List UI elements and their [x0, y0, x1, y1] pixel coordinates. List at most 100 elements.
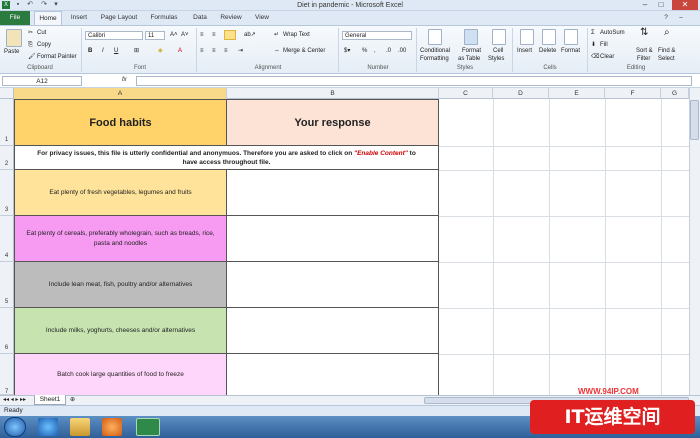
conditional-formatting-icon[interactable]	[428, 29, 442, 45]
underline-icon[interactable]: U	[114, 47, 118, 55]
find-select-label2[interactable]: Select	[658, 55, 675, 63]
sheet-tab-sheet1[interactable]: Sheet1	[34, 395, 66, 405]
clear-icon[interactable]: ⌫	[591, 53, 599, 61]
fill-color-icon[interactable]: ◈	[158, 47, 163, 55]
find-select-button[interactable]: Find &	[658, 47, 675, 55]
select-all-corner[interactable]	[0, 88, 14, 99]
merge-center-icon[interactable]: ⇔	[274, 47, 280, 55]
response-cell[interactable]	[227, 354, 439, 395]
column-header-e[interactable]: E	[549, 88, 605, 99]
indent-icon[interactable]: ⇥	[238, 47, 243, 55]
help-icon[interactable]: ?	[660, 11, 672, 25]
grow-font-icon[interactable]: A˄	[170, 31, 178, 39]
copy-button[interactable]: Copy	[37, 41, 51, 49]
cell-styles-button[interactable]: Cell	[493, 47, 503, 55]
food-item-cell[interactable]: Eat plenty of fresh vegetables, legumes …	[14, 170, 227, 216]
tab-formulas[interactable]: Formulas	[146, 11, 182, 25]
cell-styles-icon[interactable]	[492, 29, 506, 45]
tab-file[interactable]: File	[0, 11, 30, 25]
column-header-g[interactable]: G	[661, 88, 689, 99]
italic-icon[interactable]: I	[102, 47, 104, 55]
file-explorer-icon[interactable]	[70, 418, 90, 436]
formula-input[interactable]	[136, 76, 692, 86]
font-name-select[interactable]: Calibri	[85, 31, 143, 40]
find-select-icon[interactable]: ⌕	[664, 28, 670, 38]
maximize-icon[interactable]: □	[654, 0, 668, 10]
media-player-icon[interactable]	[102, 418, 122, 436]
tab-insert[interactable]: Insert	[66, 11, 92, 25]
bold-icon[interactable]: B	[88, 47, 92, 55]
copy-icon[interactable]: ⎘	[28, 41, 33, 49]
delete-button[interactable]: Delete	[539, 47, 556, 55]
column-header-f[interactable]: F	[605, 88, 661, 99]
cell-b1-header[interactable]: Your response	[227, 99, 439, 146]
response-cell[interactable]	[227, 262, 439, 308]
column-header-d[interactable]: D	[493, 88, 549, 99]
tab-home[interactable]: Home	[34, 11, 62, 25]
format-painter-icon[interactable]: 🖌	[28, 53, 36, 61]
cut-button[interactable]: Cut	[37, 29, 46, 37]
row-header-5[interactable]: 5	[0, 262, 14, 308]
borders-icon[interactable]: ⊞	[134, 47, 139, 55]
column-header-c[interactable]: C	[439, 88, 493, 99]
minimize-icon[interactable]: –	[638, 0, 652, 10]
align-center-icon[interactable]: ≡	[212, 47, 216, 55]
merge-center-button[interactable]: Merge & Center	[283, 47, 325, 55]
align-left-icon[interactable]: ≡	[200, 47, 204, 55]
food-item-cell[interactable]: Eat plenty of cereals, preferably wholeg…	[14, 216, 227, 262]
wrap-text-button[interactable]: Wrap Text	[283, 31, 310, 39]
column-header-a[interactable]: A	[14, 88, 227, 99]
windows-start-icon[interactable]	[4, 417, 26, 437]
response-cell[interactable]	[227, 308, 439, 354]
paste-icon[interactable]	[6, 29, 22, 47]
wrap-text-icon[interactable]: ↵	[274, 31, 279, 39]
format-cells-icon[interactable]	[564, 29, 578, 45]
row-header-1[interactable]: 1	[0, 99, 14, 146]
insert-button[interactable]: Insert	[517, 47, 532, 55]
food-item-cell[interactable]: Include lean meat, fish, poultry and/or …	[14, 262, 227, 308]
vertical-scroll-thumb[interactable]	[690, 100, 699, 140]
fill-button[interactable]: Fill	[600, 41, 608, 49]
sort-filter-label2[interactable]: Filter	[637, 55, 650, 63]
currency-icon[interactable]: $▾	[344, 47, 350, 55]
fill-icon[interactable]: ⬇	[591, 41, 596, 49]
clear-button[interactable]: Clear	[600, 53, 614, 61]
tab-review[interactable]: Review	[216, 11, 246, 25]
orientation-icon[interactable]: ab↗	[244, 31, 256, 39]
increase-decimal-icon[interactable]: .0	[386, 47, 391, 55]
conditional-formatting-label2[interactable]: Formatting	[420, 55, 449, 63]
insert-sheet-icon[interactable]: ⊕	[70, 396, 75, 404]
format-painter-button[interactable]: Format Painter	[37, 53, 77, 61]
food-item-cell[interactable]: Include milks, yoghurts, cheeses and/or …	[14, 308, 227, 354]
sort-filter-button[interactable]: Sort &	[636, 47, 653, 55]
shrink-font-icon[interactable]: A˅	[181, 31, 189, 39]
decrease-decimal-icon[interactable]: .00	[398, 47, 406, 55]
row-header-6[interactable]: 6	[0, 308, 14, 354]
font-color-icon[interactable]: A	[178, 47, 182, 55]
number-format-select[interactable]: General	[342, 31, 412, 40]
cell-styles-label2[interactable]: Styles	[488, 55, 504, 63]
align-top-icon[interactable]: ≡	[200, 31, 204, 39]
privacy-notice-cell[interactable]: For privacy issues, this file is utterly…	[14, 146, 439, 170]
row-header-7[interactable]: 7	[0, 354, 14, 395]
response-cell[interactable]	[227, 216, 439, 262]
tab-page-layout[interactable]: Page Layout	[98, 11, 140, 25]
food-item-cell[interactable]: Batch cook large quantities of food to f…	[14, 354, 227, 395]
percent-icon[interactable]: %	[362, 47, 367, 55]
insert-function-icon[interactable]: fx	[122, 76, 127, 84]
align-right-icon[interactable]: ≡	[224, 47, 228, 55]
autosum-button[interactable]: AutoSum	[600, 29, 625, 37]
align-middle-icon[interactable]: ≡	[212, 31, 216, 39]
tab-data[interactable]: Data	[188, 11, 212, 25]
sort-filter-icon[interactable]: ⇅	[640, 28, 648, 38]
row-header-3[interactable]: 3	[0, 170, 14, 216]
format-as-table-icon[interactable]	[464, 29, 478, 45]
conditional-formatting-button[interactable]: Conditional	[420, 47, 450, 55]
tab-view[interactable]: View	[250, 11, 274, 25]
internet-explorer-icon[interactable]	[38, 418, 58, 436]
delete-cells-icon[interactable]	[542, 29, 556, 45]
row-header-4[interactable]: 4	[0, 216, 14, 262]
format-button[interactable]: Format	[561, 47, 580, 55]
response-cell[interactable]	[227, 170, 439, 216]
format-as-table-label2[interactable]: as Table	[458, 55, 480, 63]
